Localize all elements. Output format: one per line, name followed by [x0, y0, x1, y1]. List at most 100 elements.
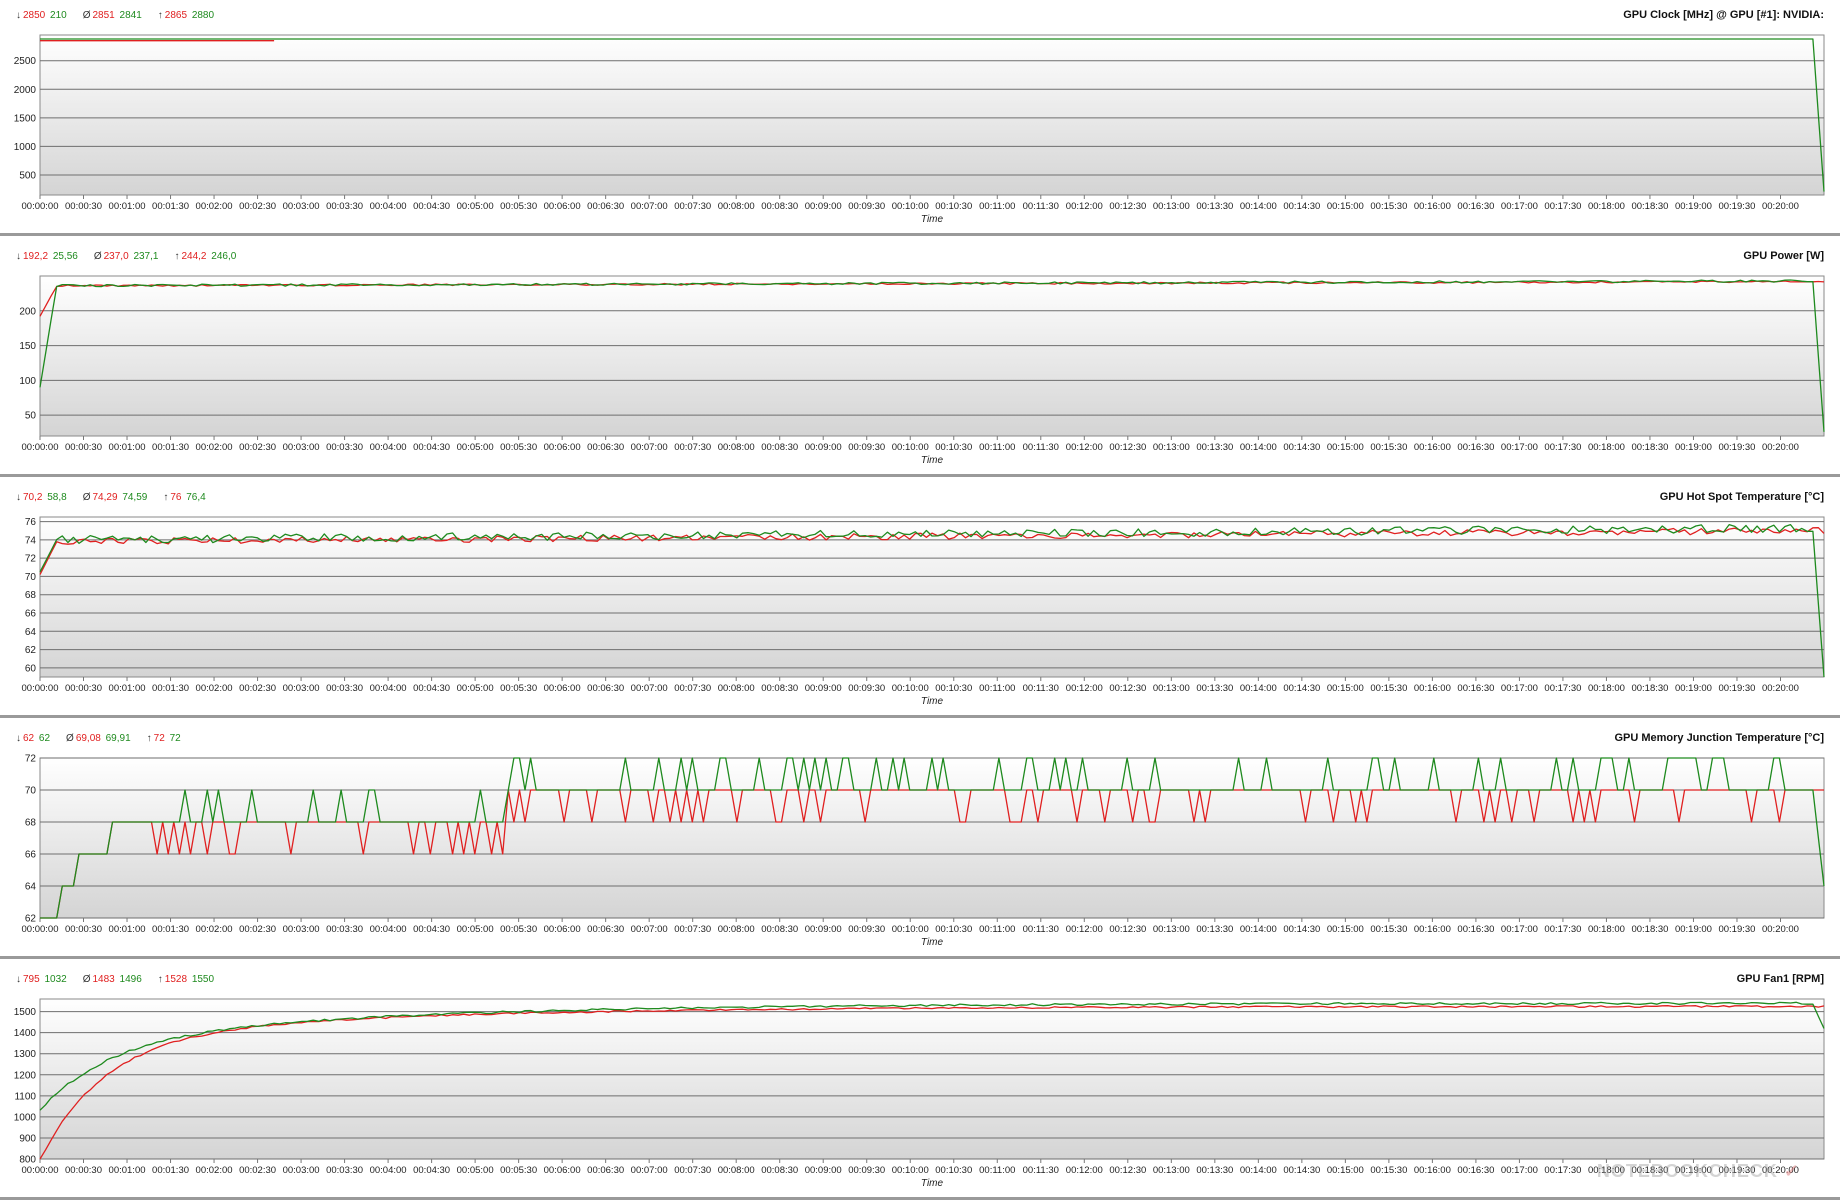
y-tick-label: 68: [25, 818, 37, 829]
plot-area: [39, 998, 1825, 1160]
x-tick-label: 00:03:30: [326, 683, 363, 694]
plot-area: [39, 757, 1825, 919]
x-tick-label: 00:19:30: [1718, 683, 1755, 694]
chart-panel: ↓ 795 1032 Ø 1483 1496 ↑ 1528 1550 GPU Fan1 [R…: [0, 964, 1840, 1200]
x-tick-label: 00:18:00: [1588, 201, 1625, 212]
x-tick-label: 00:06:30: [587, 683, 624, 694]
x-tick-label: 00:19:00: [1675, 201, 1712, 212]
x-tick-label: 00:13:00: [1153, 1165, 1190, 1176]
x-axis-label: Time: [921, 696, 944, 707]
x-tick-label: 00:05:30: [500, 201, 537, 212]
y-tick-label: 200: [19, 306, 36, 317]
y-tick-label: 62: [25, 914, 37, 925]
x-tick-label: 00:15:30: [1370, 442, 1407, 453]
x-axis-label: Time: [921, 937, 944, 948]
x-tick-label: 00:18:30: [1631, 924, 1668, 935]
x-tick-label: 00:10:30: [935, 1165, 972, 1176]
x-tick-label: 00:05:00: [457, 1165, 494, 1176]
x-tick-label: 00:11:30: [1023, 201, 1059, 212]
x-tick-label: 00:01:30: [152, 924, 189, 935]
x-tick-label: 00:18:30: [1631, 442, 1668, 453]
x-tick-label: 00:16:30: [1457, 924, 1494, 935]
chart-panel: ↓ 2850 210 Ø 2851 2841 ↑ 2865 2880 GPU Clock […: [0, 0, 1840, 236]
chart-panel: ↓ 62 62 Ø 69,08 69,91 ↑ 72 72 GPU Memory Junct…: [0, 723, 1840, 959]
y-tick-label: 1500: [14, 113, 37, 124]
x-tick-label: 00:13:00: [1153, 683, 1190, 694]
x-tick-label: 00:07:30: [674, 683, 711, 694]
x-tick-label: 00:08:30: [761, 924, 798, 935]
x-axis-label: Time: [921, 214, 944, 225]
x-tick-label: 00:06:00: [544, 201, 581, 212]
y-tick-label: 60: [25, 663, 37, 674]
x-tick-label: 00:02:00: [196, 924, 233, 935]
x-tick-label: 00:11:30: [1023, 1165, 1059, 1176]
x-tick-label: 00:18:00: [1588, 683, 1625, 694]
x-tick-label: 00:15:00: [1327, 201, 1364, 212]
chart-svg: 800 900 1000 1100 1200 1300 1400 1500 00:00:00 00…: [14, 998, 1825, 1189]
x-tick-label: 00:03:00: [283, 442, 320, 453]
x-tick-label: 00:17:00: [1501, 442, 1538, 453]
x-tick-label: 00:01:00: [109, 442, 146, 453]
x-tick-label: 00:09:00: [805, 924, 842, 935]
x-tick-label: 00:02:30: [239, 201, 276, 212]
y-tick-label: 64: [25, 627, 37, 638]
x-tick-label: 00:08:30: [761, 683, 798, 694]
x-tick-label: 00:11:30: [1023, 442, 1059, 453]
x-tick-label: 00:07:30: [674, 1165, 711, 1176]
x-tick-label: 00:04:00: [370, 442, 407, 453]
y-tick-label: 1000: [14, 142, 37, 153]
x-tick-label: 00:07:00: [631, 201, 668, 212]
x-tick-label: 00:00:30: [65, 924, 102, 935]
x-tick-label: 00:17:00: [1501, 924, 1538, 935]
x-tick-label: 00:06:00: [544, 683, 581, 694]
x-tick-label: 00:20:00: [1762, 683, 1799, 694]
x-tick-label: 00:19:30: [1718, 201, 1755, 212]
x-tick-label: 00:10:30: [935, 683, 972, 694]
x-tick-label: 00:19:30: [1718, 442, 1755, 453]
x-tick-label: 00:10:30: [935, 442, 972, 453]
x-tick-label: 00:08:00: [718, 1165, 755, 1176]
x-tick-label: 00:08:00: [718, 683, 755, 694]
x-tick-label: 00:13:30: [1196, 924, 1233, 935]
y-tick-label: 74: [25, 535, 37, 546]
x-tick-label: 00:06:00: [544, 924, 581, 935]
y-tick-label: 1200: [14, 1070, 37, 1081]
y-tick-label: 62: [25, 645, 37, 656]
watermark-logo: NOTEBOOKCHECK ✓: [1597, 1161, 1800, 1182]
x-tick-label: 00:06:30: [587, 1165, 624, 1176]
x-tick-label: 00:05:00: [457, 924, 494, 935]
x-tick-label: 00:09:30: [848, 683, 885, 694]
x-tick-label: 00:05:30: [500, 683, 537, 694]
x-tick-label: 00:03:30: [326, 201, 363, 212]
x-tick-label: 00:16:30: [1457, 442, 1494, 453]
x-tick-label: 00:00:30: [65, 442, 102, 453]
x-tick-label: 00:08:00: [718, 924, 755, 935]
x-axis-label: Time: [921, 1178, 944, 1189]
x-tick-label: 00:01:30: [152, 442, 189, 453]
x-tick-label: 00:16:00: [1414, 201, 1451, 212]
x-tick-label: 00:04:30: [413, 683, 450, 694]
y-tick-label: 100: [19, 376, 36, 387]
y-tick-label: 1000: [14, 1112, 37, 1123]
x-tick-label: 00:13:30: [1196, 201, 1233, 212]
x-tick-label: 00:02:00: [196, 1165, 233, 1176]
y-tick-label: 64: [25, 882, 37, 893]
y-tick-label: 800: [19, 1155, 36, 1166]
watermark-text: NOTEBOOKCHECK: [1596, 1161, 1778, 1181]
x-tick-label: 00:04:30: [413, 442, 450, 453]
x-tick-label: 00:16:30: [1457, 201, 1494, 212]
x-tick-label: 00:10:00: [892, 924, 929, 935]
x-tick-label: 00:00:30: [65, 683, 102, 694]
x-tick-label: 00:14:30: [1283, 442, 1320, 453]
x-tick-label: 00:14:30: [1283, 1165, 1320, 1176]
x-tick-label: 00:06:30: [587, 924, 624, 935]
y-tick-label: 72: [25, 554, 37, 565]
x-tick-label: 00:01:30: [152, 683, 189, 694]
x-tick-label: 00:04:30: [413, 201, 450, 212]
x-tick-label: 00:04:30: [413, 924, 450, 935]
x-tick-label: 00:15:00: [1327, 683, 1364, 694]
x-tick-label: 00:03:00: [283, 683, 320, 694]
x-tick-label: 00:01:00: [109, 683, 146, 694]
x-tick-label: 00:12:30: [1109, 683, 1146, 694]
x-tick-label: 00:10:00: [892, 683, 929, 694]
